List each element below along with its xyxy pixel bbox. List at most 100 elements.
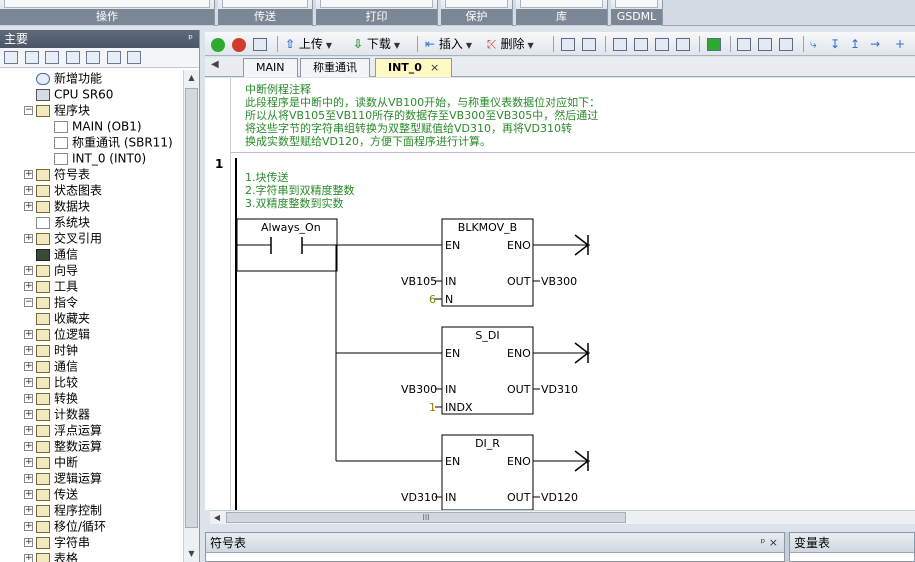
tree-item[interactable]: + 比较 <box>24 374 78 390</box>
expand-toggle-icon[interactable]: + <box>24 538 33 547</box>
scrollbar-thumb[interactable] <box>185 88 198 528</box>
expand-toggle-icon[interactable]: + <box>24 410 33 419</box>
add-icon[interactable]: + <box>895 35 905 53</box>
view-icon[interactable] <box>106 50 121 64</box>
tree-item[interactable]: + 逻辑运算 <box>24 470 102 486</box>
operand-in[interactable]: VB300 <box>401 383 437 396</box>
network-icon[interactable] <box>561 38 575 51</box>
goto-icon[interactable] <box>707 38 721 51</box>
expand-toggle-icon[interactable]: − <box>24 298 33 307</box>
tree-item[interactable]: + 通信 <box>24 358 78 374</box>
stop-icon[interactable] <box>232 37 246 52</box>
scroll-left-icon[interactable]: ◀ <box>210 511 224 524</box>
view-icon[interactable] <box>86 50 100 64</box>
expand-toggle-icon[interactable]: + <box>24 362 33 371</box>
tree-item[interactable]: + 传送 <box>24 486 78 502</box>
operand-in[interactable]: VD310 <box>401 491 438 504</box>
download-button[interactable]: ⇩ 下载 ▼ <box>353 35 400 53</box>
close-icon[interactable]: × <box>430 61 439 74</box>
line-down-icon[interactable]: ↧ <box>830 35 840 53</box>
view-icon[interactable] <box>24 50 39 64</box>
bookmark-icon[interactable] <box>613 38 627 51</box>
ribbon-group-transfer[interactable]: 传送 <box>218 0 313 26</box>
tree-item[interactable]: MAIN (OB1) <box>42 118 142 134</box>
scrollbar-thumb[interactable]: III <box>226 512 626 523</box>
tree-item[interactable]: + 整数运算 <box>24 438 102 454</box>
network-comment[interactable]: 1.块传送 2.字符串到双精度整数 3.双精度整数到实数 <box>245 171 355 210</box>
expand-toggle-icon[interactable]: + <box>24 506 33 515</box>
expand-toggle-icon[interactable]: + <box>24 282 33 291</box>
tab-main[interactable]: MAIN <box>243 58 298 77</box>
upload-button[interactable]: ⇧ 上传 ▼ <box>285 35 332 53</box>
ladder-editor[interactable]: 中断例程注释 此段程序是中断中的，读数从VB100开始，与称重仪表数据位对应如下… <box>205 78 915 510</box>
variable-table-pane[interactable]: 变量表 <box>789 532 915 562</box>
pin-icon[interactable]: ᵖ <box>188 30 193 48</box>
block-name[interactable]: BLKMOV_B <box>442 221 533 234</box>
bookmark-icon[interactable] <box>655 38 669 51</box>
tree-item[interactable]: + 浮点运算 <box>24 422 102 438</box>
block-name[interactable]: S_DI <box>442 329 533 342</box>
line-up-icon[interactable]: ↥ <box>850 35 860 53</box>
vertical-scrollbar[interactable]: ▲ ▼ <box>183 70 199 562</box>
tree-item[interactable]: − 指令 <box>24 294 78 310</box>
branch-icon[interactable]: ⤷ <box>810 35 817 53</box>
expand-toggle-icon[interactable]: + <box>24 426 33 435</box>
ribbon-group-gsdml[interactable]: GSDML <box>611 0 663 26</box>
tree-item[interactable]: + 工具 <box>24 278 78 294</box>
compile-icon[interactable] <box>253 38 267 51</box>
delete-button[interactable]: ⤪ 删除 ▼ <box>487 35 534 53</box>
expand-toggle-icon[interactable]: + <box>24 442 33 451</box>
expand-toggle-icon[interactable]: + <box>24 378 33 387</box>
tree-item[interactable]: + 状态图表 <box>24 182 102 198</box>
expand-toggle-icon[interactable]: + <box>24 186 33 195</box>
horizontal-scrollbar[interactable]: ◀ III <box>210 510 915 524</box>
tree-item[interactable]: + 时钟 <box>24 342 78 358</box>
tree-item[interactable]: + 交叉引用 <box>24 230 102 246</box>
expand-toggle-icon[interactable]: + <box>24 234 33 243</box>
operand-in[interactable]: VB105 <box>401 275 437 288</box>
operand-out[interactable]: VD310 <box>541 383 578 396</box>
expand-toggle-icon[interactable]: + <box>24 394 33 403</box>
expand-toggle-icon[interactable]: + <box>24 490 33 499</box>
block-name[interactable]: DI_R <box>442 437 533 450</box>
tree-item[interactable]: INT_0 (INT0) <box>42 150 146 166</box>
tab-int0[interactable]: INT_0 × <box>375 58 453 77</box>
operand-n[interactable]: 6 <box>429 293 436 306</box>
operand-out[interactable]: VB300 <box>541 275 577 288</box>
bookmark-icon[interactable] <box>634 38 648 51</box>
view-icon[interactable] <box>45 50 59 64</box>
view-icon[interactable] <box>65 50 80 64</box>
tree-item[interactable]: + 程序控制 <box>24 502 102 518</box>
operand-out[interactable]: VD120 <box>541 491 578 504</box>
view-icon[interactable] <box>4 50 18 64</box>
tree-item[interactable]: + 表格 <box>24 550 78 562</box>
tree-item[interactable]: + 向导 <box>24 262 78 278</box>
expand-toggle-icon[interactable]: + <box>24 522 33 531</box>
expand-toggle-icon[interactable]: + <box>24 330 33 339</box>
tree-item[interactable]: + 计数器 <box>24 406 90 422</box>
network-icon[interactable] <box>582 38 596 51</box>
run-icon[interactable] <box>211 37 225 52</box>
lock-icon[interactable] <box>758 38 772 51</box>
expand-toggle-icon[interactable]: + <box>24 346 33 355</box>
line-right-icon[interactable]: → <box>870 35 880 53</box>
tree-item[interactable]: 系统块 <box>24 214 90 230</box>
expand-toggle-icon[interactable]: + <box>24 170 33 179</box>
insert-button[interactable]: ⇤ 插入 ▼ <box>425 35 472 53</box>
tree-item[interactable]: + 数据块 <box>24 198 90 214</box>
tree-item[interactable]: − 程序块 <box>24 102 90 118</box>
expand-toggle-icon[interactable]: + <box>24 266 33 275</box>
lock-icon[interactable] <box>737 38 751 51</box>
expand-toggle-icon[interactable]: − <box>24 106 33 115</box>
expand-toggle-icon[interactable]: + <box>24 458 33 467</box>
program-comment[interactable]: 中断例程注释 此段程序是中断中的，读数从VB100开始，与称重仪表数据位对应如下… <box>245 83 600 148</box>
expand-toggle-icon[interactable]: + <box>24 202 33 211</box>
ribbon-group-operation[interactable]: 操作 <box>0 0 215 26</box>
lock-icon[interactable] <box>779 38 793 51</box>
tree-item[interactable]: 新增功能 <box>24 70 102 86</box>
scroll-up-icon[interactable]: ▲ <box>184 70 199 86</box>
tree-item[interactable]: + 中断 <box>24 454 78 470</box>
symbol-table-pane[interactable]: 符号表 ᵖ × <box>205 532 785 562</box>
tree-item[interactable]: + 转换 <box>24 390 78 406</box>
bookmark-delete-icon[interactable] <box>676 38 690 51</box>
